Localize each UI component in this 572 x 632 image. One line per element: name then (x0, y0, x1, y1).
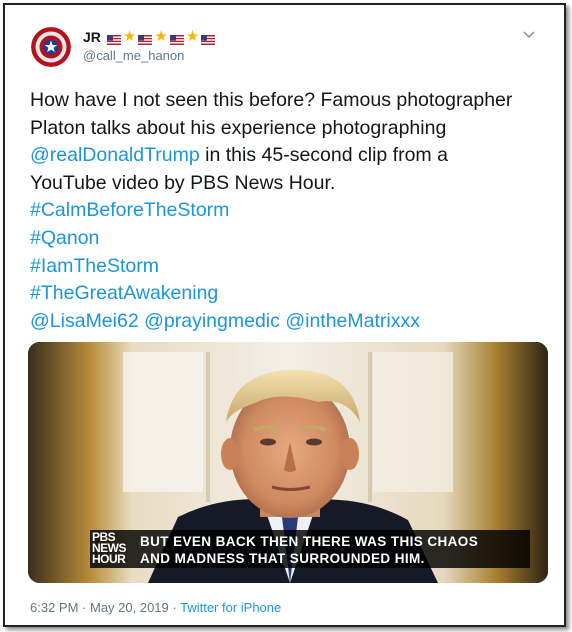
tweet-date[interactable]: May 20, 2019 (90, 600, 169, 615)
mention-link[interactable]: @realDonaldTrump (30, 144, 200, 166)
logo-line: HOUR (92, 552, 126, 566)
tweet-time[interactable]: 6:32 PM (30, 600, 78, 615)
tweet-text-line: @realDonaldTrump in this 45-second clip … (30, 142, 555, 170)
star-icon: ★ (185, 28, 200, 45)
us-flag-icon (169, 32, 184, 45)
captain-america-shield-icon (31, 27, 71, 67)
hashtag-link[interactable]: #Qanon (30, 225, 555, 253)
mention-link[interactable]: @prayingmedic (144, 310, 280, 332)
us-flag-icon (201, 32, 216, 45)
mention-link[interactable]: @intheMatrixxx (285, 310, 420, 332)
user-name-row[interactable]: JR ★ ★ ★ (83, 28, 216, 45)
caption-line: AND MADNESS THAT SURROUNDED HIM. (140, 551, 425, 566)
separator: · (168, 600, 181, 615)
tweet-text-line: Platon talks about his experience photog… (30, 116, 447, 139)
pbs-news-hour-logo: PBS NEWS HOUR (92, 531, 132, 566)
us-flag-icon (106, 32, 121, 45)
tweet-text-line: How have I not seen this before? Famous … (30, 89, 513, 111)
tweet-source-link[interactable]: Twitter for iPhone (180, 600, 281, 615)
tweet-text-line: YouTube video by PBS News Hour. (30, 171, 336, 194)
hashtag-link[interactable]: #TheGreatAwakening (30, 280, 555, 308)
chevron-down-icon[interactable] (522, 29, 536, 39)
tweet-text-fragment: in this 45-second clip from a (199, 144, 448, 167)
star-icon: ★ (122, 28, 137, 45)
hashtag-link[interactable]: #CalmBeforeTheStorm (30, 197, 555, 225)
hashtag-link[interactable]: #IamTheStorm (30, 253, 555, 281)
tweet-metadata: 6:32 PM · May 20, 2019 · Twitter for iPh… (30, 600, 281, 615)
us-flag-icon (138, 32, 153, 45)
star-icon: ★ (154, 28, 168, 45)
display-name[interactable]: JR (83, 29, 101, 45)
tweet-card: JR ★ ★ ★ @call_me_hanon How have I not s… (3, 3, 566, 627)
caption-line: BUT EVEN BACK THEN THERE WAS THIS CHAOS (140, 534, 479, 549)
separator: · (78, 600, 90, 615)
avatar[interactable] (31, 27, 71, 67)
tweet-text: How have I not seen this before? Famous … (30, 87, 555, 335)
tweet-text-line: @LisaMei62 @prayingmedic @intheMatrixxx (30, 308, 555, 336)
user-handle[interactable]: @call_me_hanon (83, 48, 184, 63)
mention-link[interactable]: @LisaMei62 (30, 310, 139, 332)
video-caption: BUT EVEN BACK THEN THERE WAS THIS CHAOS … (140, 533, 530, 567)
video-media[interactable]: PBS NEWS HOUR BUT EVEN BACK THEN THERE W… (28, 342, 548, 583)
